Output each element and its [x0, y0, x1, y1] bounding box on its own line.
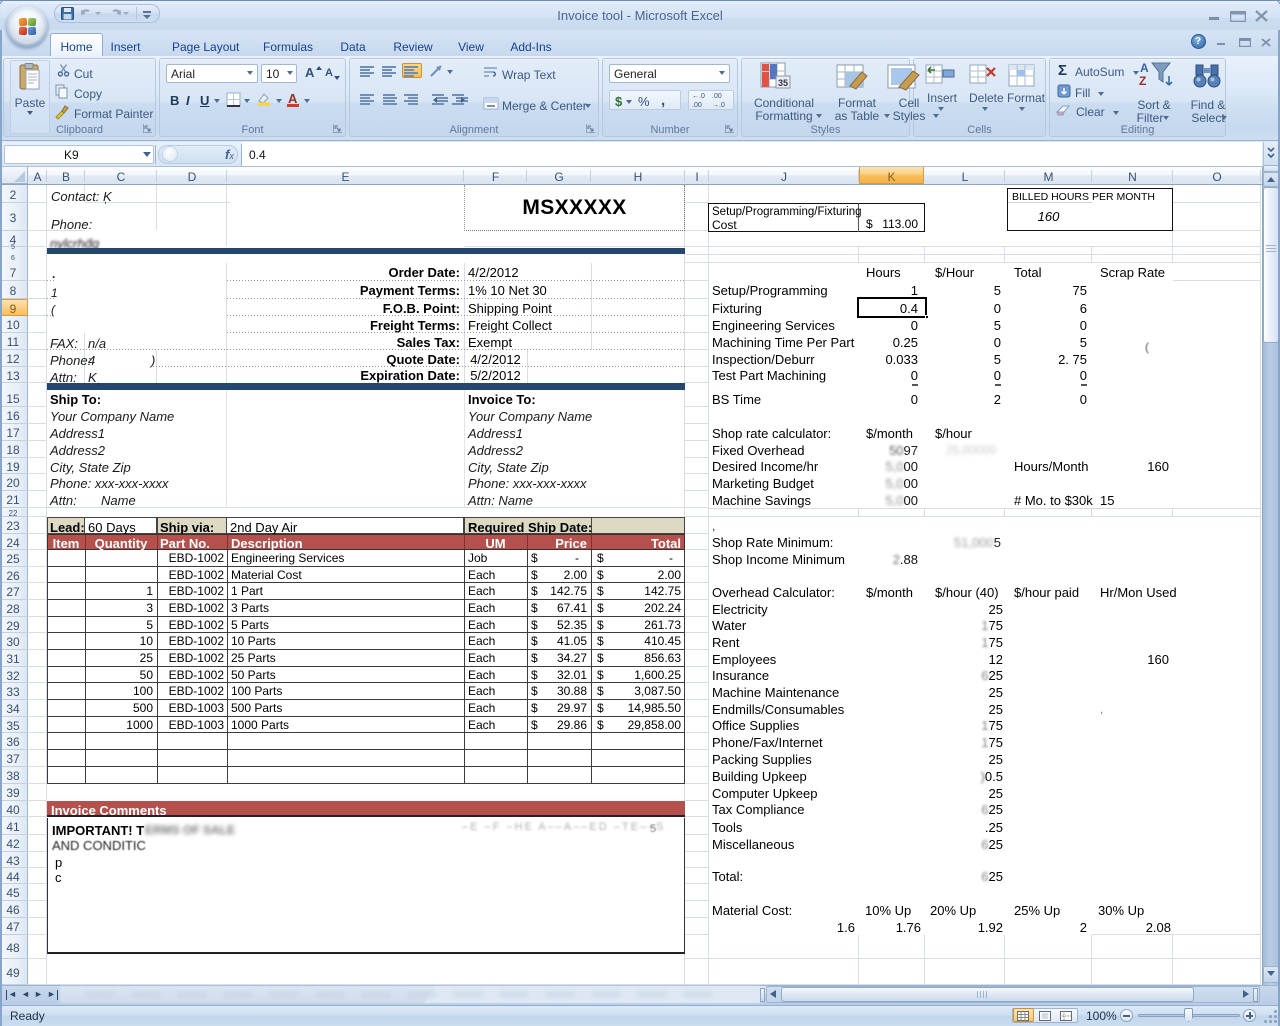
- svg-text:35: 35: [778, 78, 788, 88]
